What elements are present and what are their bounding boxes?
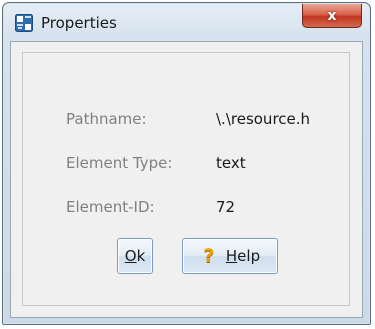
help-button-label: elp bbox=[237, 247, 261, 265]
close-button[interactable]: x bbox=[302, 4, 362, 28]
element-id-label: Element-ID: bbox=[66, 198, 155, 216]
question-mark-icon: ? bbox=[203, 245, 215, 267]
ok-button-mnemonic: O bbox=[124, 247, 137, 265]
pathname-value: \.\resource.h bbox=[216, 110, 311, 128]
close-icon: x bbox=[327, 7, 337, 24]
title-bar[interactable]: Properties x bbox=[3, 3, 370, 41]
app-icon bbox=[15, 14, 33, 32]
ok-button-label: k bbox=[136, 247, 146, 265]
element-type-value: text bbox=[216, 154, 246, 172]
properties-dialog: Properties x Pathname: \.\resource.h Ele… bbox=[2, 2, 371, 325]
window-title: Properties bbox=[41, 14, 117, 32]
dialog-body: Pathname: \.\resource.h Element Type: te… bbox=[10, 41, 363, 318]
ok-button[interactable]: Ok bbox=[117, 238, 153, 274]
help-button-mnemonic: H bbox=[225, 247, 238, 265]
help-button[interactable]: ? Help bbox=[182, 238, 278, 274]
properties-group: Pathname: \.\resource.h Element Type: te… bbox=[22, 52, 350, 306]
pathname-label: Pathname: bbox=[66, 110, 147, 128]
element-id-value: 72 bbox=[216, 198, 236, 216]
element-type-label: Element Type: bbox=[66, 154, 173, 172]
